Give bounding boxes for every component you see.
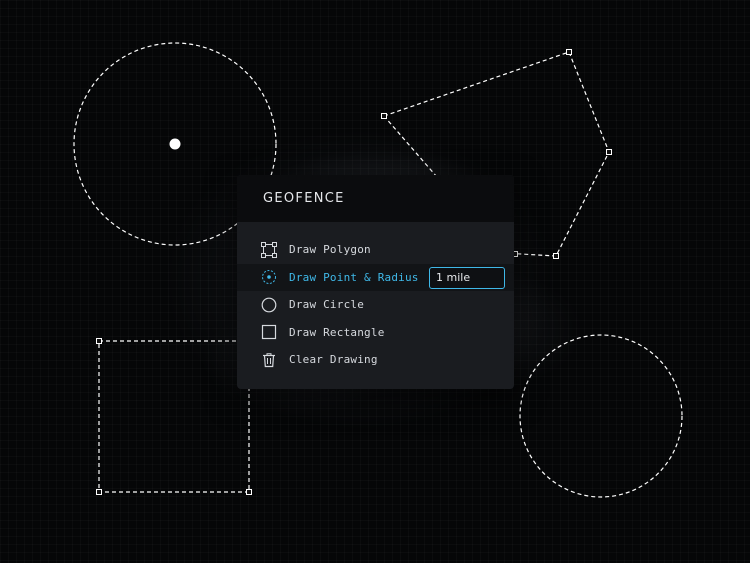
circle-icon	[260, 296, 278, 314]
trash-icon	[260, 351, 278, 369]
polygon-tool-icon	[260, 241, 278, 259]
point-radius-icon	[260, 268, 278, 286]
rectangle-corner-handles[interactable]	[96, 338, 252, 495]
clear-drawing-item[interactable]: Clear Drawing	[237, 346, 514, 374]
draw-point-radius-label: Draw Point & Radius	[289, 270, 419, 284]
draw-polygon-label: Draw Polygon	[289, 243, 371, 257]
draw-rectangle-label: Draw Rectangle	[289, 325, 385, 339]
rectangle-geofence[interactable]	[98, 340, 250, 493]
geofence-menu: Draw Polygon Draw Point & Radius Draw Ci…	[237, 222, 514, 374]
rectangle-corner	[246, 489, 252, 495]
panel-header: GEOFENCE	[237, 175, 514, 222]
radius-center-point[interactable]	[169, 138, 181, 150]
radius-input[interactable]	[429, 266, 505, 289]
draw-polygon-item[interactable]: Draw Polygon	[237, 236, 514, 264]
draw-point-radius-item[interactable]: Draw Point & Radius	[237, 263, 514, 291]
draw-circle-label: Draw Circle	[289, 298, 365, 312]
polygon-vertex	[566, 49, 572, 55]
polygon-vertex	[381, 113, 387, 119]
rectangle-corner	[96, 338, 102, 344]
rectangle-corner	[96, 489, 102, 495]
draw-rectangle-item[interactable]: Draw Rectangle	[237, 319, 514, 347]
geofence-panel: GEOFENCE Draw Polygon Draw Point & Radiu…	[237, 175, 514, 389]
clear-drawing-label: Clear Drawing	[289, 353, 378, 367]
polygon-vertex	[606, 149, 612, 155]
circle-geofence[interactable]	[519, 334, 683, 498]
panel-title: GEOFENCE	[263, 191, 345, 206]
draw-circle-item[interactable]: Draw Circle	[237, 291, 514, 319]
rectangle-icon	[260, 323, 278, 341]
polygon-vertex	[553, 253, 559, 259]
